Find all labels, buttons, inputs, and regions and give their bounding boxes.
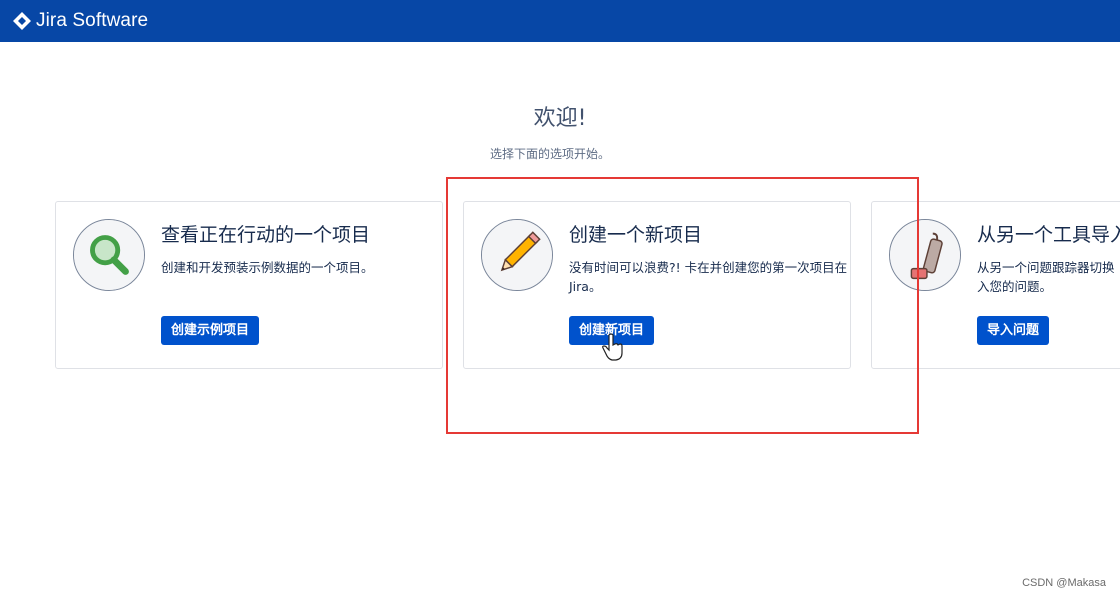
- jira-diamond-icon: [13, 12, 31, 30]
- card-description: 从另一个问题跟踪器切换入您的问题。: [977, 260, 1115, 294]
- new-project-card: 创建一个新项目 没有时间可以浪费?! 卡在并创建您的第一次项目在 Jira。 创…: [463, 201, 851, 369]
- card-description: 没有时间可以浪费?! 卡在并创建您的第一次项目在 Jira。: [569, 260, 848, 294]
- import-issues-card: 从另一个工具导入 从另一个问题跟踪器切换入您的问题。 导入问题: [871, 201, 1120, 369]
- product-name: Jira Software: [36, 10, 149, 31]
- welcome-subtitle: 选择下面的选项开始。: [489, 147, 610, 161]
- watermark-text: CSDN @Makasa: [1022, 577, 1106, 589]
- card-title: 创建一个新项目: [569, 224, 703, 246]
- sample-project-card: 查看正在行动的一个项目 创建和开发预装示例数据的一个项目。 创建示例项目: [55, 201, 443, 369]
- magnifier-icon: [73, 219, 145, 291]
- card-description: 创建和开发预装示例数据的一个项目。: [161, 260, 374, 275]
- card-title: 从另一个工具导入: [977, 224, 1120, 246]
- import-issues-button[interactable]: 导入问题: [977, 316, 1050, 345]
- pencil-icon: [481, 219, 553, 291]
- welcome-title: 欢迎!: [533, 106, 587, 131]
- card-title: 查看正在行动的一个项目: [161, 224, 371, 246]
- jira-logo[interactable]: Jira Software: [12, 10, 148, 32]
- top-navigation-bar: Jira Software: [0, 0, 1120, 42]
- create-sample-project-button[interactable]: 创建示例项目: [161, 316, 260, 345]
- vacuum-icon: [889, 219, 961, 291]
- hand-pointer-icon: [602, 333, 623, 361]
